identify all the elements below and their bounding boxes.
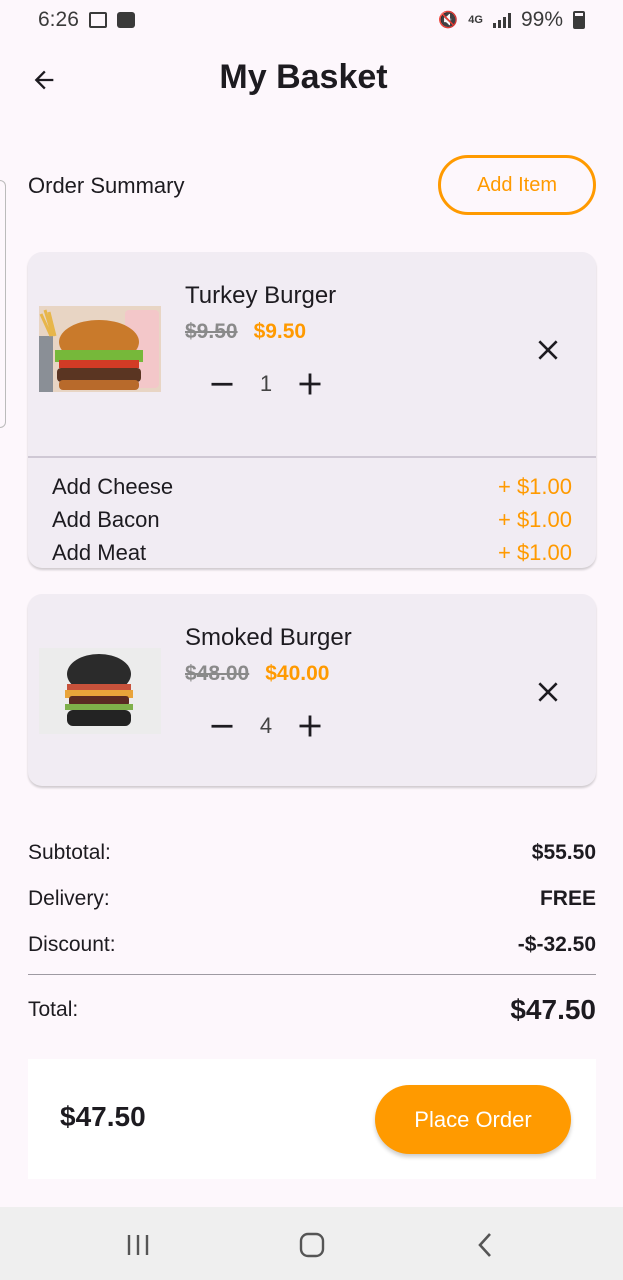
- addons-divider: [28, 456, 596, 458]
- total-label: Total:: [28, 998, 79, 1021]
- basket-item-card: Turkey Burger $9.50 $9.50 1 Add Cheese +…: [28, 252, 596, 568]
- discount-value: -$-32.50: [517, 933, 596, 956]
- basket-item-card: Smoked Burger $48.00 $40.00 4: [28, 594, 596, 786]
- home-button[interactable]: [292, 1225, 332, 1265]
- lte-icon: 4G: [468, 14, 483, 26]
- addon-row: Add Meat + $1.00: [52, 536, 572, 568]
- page-title: My Basket: [219, 58, 388, 96]
- plus-icon[interactable]: [296, 712, 324, 740]
- recents-button[interactable]: [118, 1225, 158, 1265]
- item-old-price: $48.00: [185, 662, 250, 685]
- system-back-button[interactable]: [466, 1225, 506, 1265]
- total-value: $47.50: [510, 994, 596, 1025]
- item-price: $40.00: [265, 662, 330, 685]
- delivery-row: Delivery: FREE: [28, 876, 596, 922]
- discount-label: Discount:: [28, 933, 116, 956]
- quantity-value: 4: [259, 713, 273, 738]
- chevron-left-icon: [478, 1233, 491, 1257]
- gallery-notification-icon: [88, 12, 107, 28]
- minus-icon[interactable]: [208, 712, 236, 740]
- home-icon: [299, 1232, 325, 1258]
- totals-divider: [28, 974, 596, 975]
- discount-row: Discount: -$-32.50: [28, 922, 596, 968]
- wifi-notification-icon: [116, 12, 135, 28]
- status-right: 🔇 4G 99%: [438, 8, 585, 32]
- app-bar: My Basket: [0, 50, 623, 110]
- addon-label: Add Cheese: [52, 473, 174, 499]
- addon-row: Add Cheese + $1.00: [52, 470, 572, 503]
- minus-icon[interactable]: [208, 370, 236, 398]
- order-summary-row: Order Summary Add Item: [28, 155, 596, 215]
- add-item-button[interactable]: Add Item: [438, 155, 596, 215]
- order-summary-label: Order Summary: [28, 173, 185, 198]
- checkout-bar: $47.50 Place Order: [28, 1059, 596, 1179]
- addon-label: Add Bacon: [52, 506, 160, 532]
- signal-icon: [492, 12, 511, 28]
- item-price-row: $9.50 $9.50: [185, 320, 306, 344]
- quantity-value: 1: [259, 371, 273, 396]
- delivery-label: Delivery:: [28, 887, 110, 910]
- item-name: Turkey Burger: [185, 282, 337, 309]
- edge-panel-handle[interactable]: [0, 180, 6, 428]
- item-price-row: $48.00 $40.00: [185, 662, 329, 686]
- battery-icon: [573, 11, 585, 29]
- order-totals: Subtotal: $55.50 Delivery: FREE Discount…: [28, 830, 596, 1033]
- subtotal-value: $55.50: [531, 841, 596, 864]
- mute-icon: 🔇: [438, 12, 459, 29]
- item-old-price: $9.50: [185, 320, 238, 343]
- remove-item-button[interactable]: [530, 674, 566, 710]
- close-icon: [538, 340, 558, 360]
- recents-icon: [127, 1235, 149, 1255]
- subtotal-label: Subtotal:: [28, 841, 111, 864]
- addon-label: Add Meat: [52, 539, 147, 565]
- delivery-value: FREE: [539, 887, 596, 910]
- close-icon: [538, 682, 558, 702]
- plus-icon[interactable]: [296, 370, 324, 398]
- remove-item-button[interactable]: [530, 332, 566, 368]
- item-price: $9.50: [253, 320, 307, 343]
- quantity-stepper: 4: [208, 706, 324, 746]
- status-bar: 6:26 🔇 4G 99%: [0, 0, 623, 40]
- place-order-button[interactable]: Place Order: [375, 1085, 571, 1154]
- status-left: 6:26: [38, 8, 135, 32]
- addon-price: + $1.00: [497, 539, 572, 565]
- subtotal-row: Subtotal: $55.50: [28, 830, 596, 876]
- addon-price: + $1.00: [497, 506, 572, 532]
- item-name: Smoked Burger: [185, 624, 352, 651]
- quantity-stepper: 1: [208, 364, 324, 404]
- total-row: Total: $47.50: [28, 987, 596, 1033]
- status-time: 6:26: [38, 8, 79, 31]
- battery-percent: 99%: [520, 8, 563, 31]
- turkey-burger-image: [39, 306, 161, 392]
- system-nav-bar: [0, 1207, 623, 1280]
- checkout-price: $47.50: [60, 1101, 146, 1132]
- addon-price: + $1.00: [497, 473, 572, 499]
- addon-row: Add Bacon + $1.00: [52, 503, 572, 536]
- addons-list: Add Cheese + $1.00 Add Bacon + $1.00 Add…: [52, 470, 572, 568]
- smoked-burger-image: [39, 648, 161, 734]
